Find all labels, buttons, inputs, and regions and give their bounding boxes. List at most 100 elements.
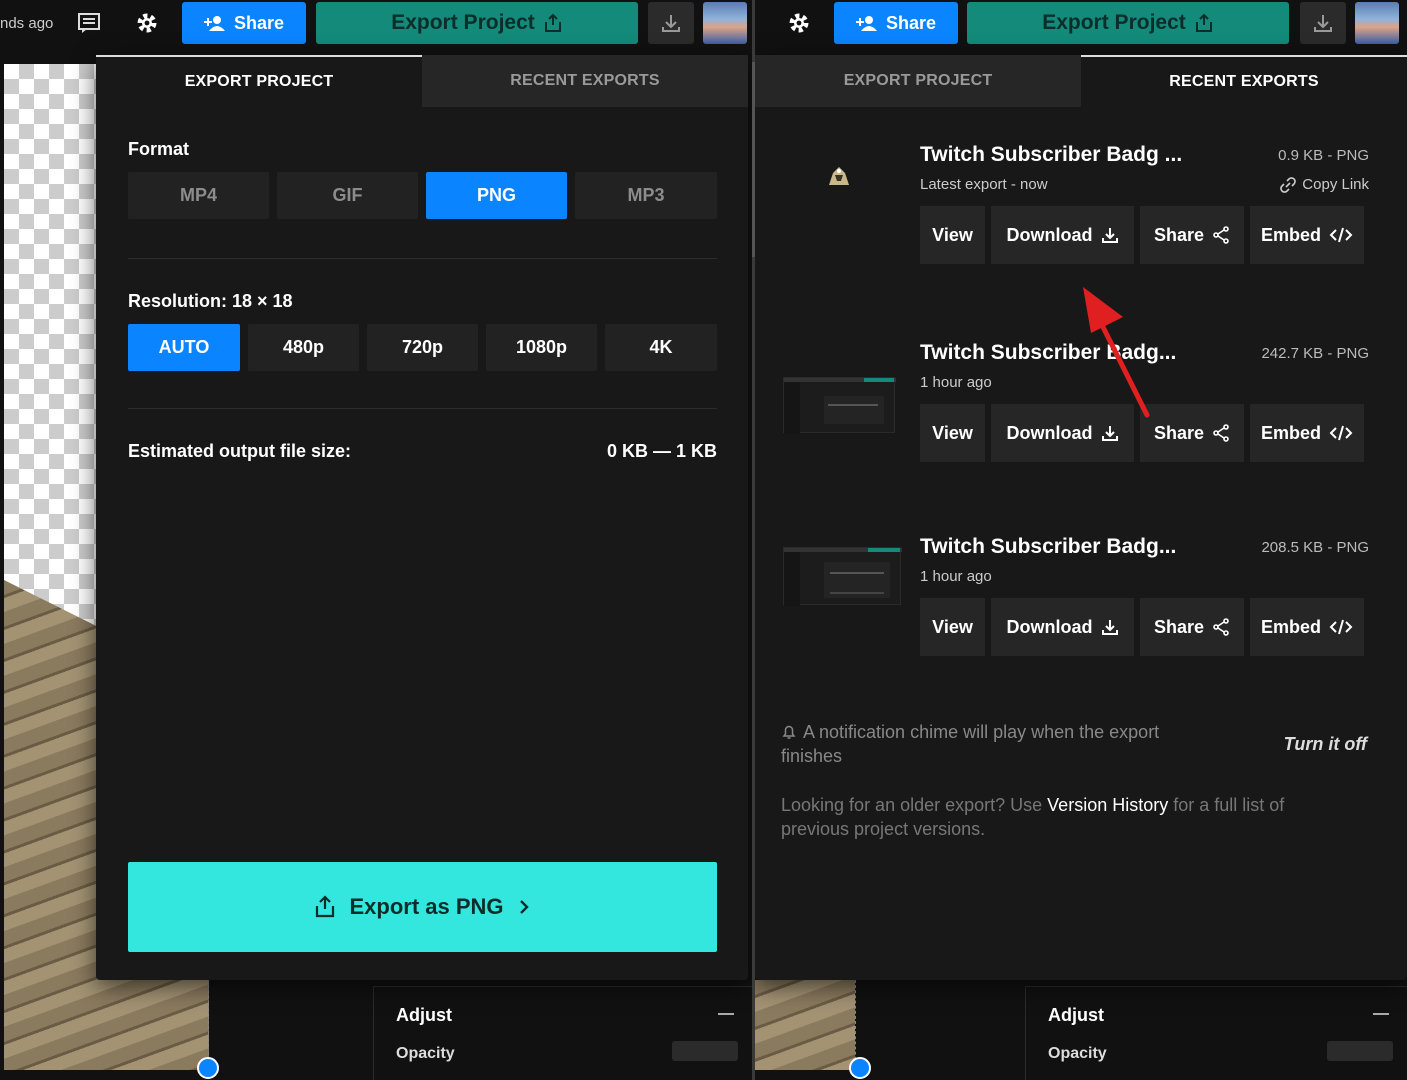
export-project-label: Export Project xyxy=(1042,11,1186,34)
adjust-title: Adjust xyxy=(396,1005,452,1025)
opacity-input[interactable] xyxy=(672,1041,738,1061)
top-bar: Share Export Project xyxy=(755,0,1407,46)
embed-button[interactable]: Embed xyxy=(1250,598,1364,656)
export-size: 208.5 KB - PNG xyxy=(1261,539,1369,556)
download-button[interactable]: Download xyxy=(991,206,1134,264)
upload-icon xyxy=(544,13,561,32)
download-icon xyxy=(1101,426,1118,441)
version-history-link[interactable]: Version History xyxy=(1047,795,1168,815)
saved-status: nds ago xyxy=(0,14,54,32)
download-icon xyxy=(662,15,680,32)
estimate-label: Estimated output file size: xyxy=(128,441,352,461)
export-thumbnail[interactable] xyxy=(783,547,902,606)
opacity-label: Opacity xyxy=(1048,1045,1107,1062)
adjust-title: Adjust xyxy=(1048,1005,1104,1025)
share-icon xyxy=(1213,618,1229,636)
share-label: Share xyxy=(233,12,285,33)
adjust-panel: Adjust Opacity xyxy=(1025,986,1407,1080)
download-button[interactable]: Download xyxy=(991,598,1134,656)
adjust-panel: Adjust Opacity xyxy=(373,986,752,1080)
format-png[interactable]: PNG xyxy=(426,172,567,219)
avatar[interactable] xyxy=(703,2,747,44)
export-time: Latest export - now xyxy=(920,176,1048,193)
recent-exports-panel: EXPORT PROJECT RECENT EXPORTS Twitch Sub… xyxy=(755,55,1407,980)
copy-link-button[interactable]: Copy Link xyxy=(1280,176,1369,193)
notification-text: A notification chime will play when the … xyxy=(781,722,1160,766)
format-mp4[interactable]: MP4 xyxy=(128,172,269,219)
export-thumbnail[interactable] xyxy=(783,377,896,434)
avatar[interactable] xyxy=(1355,2,1399,44)
export-title: Twitch Subscriber Badg... xyxy=(920,535,1177,558)
divider xyxy=(128,408,717,409)
opacity-input[interactable] xyxy=(1327,1041,1393,1061)
export-actions: View Download Share Embed xyxy=(920,598,1364,656)
view-button[interactable]: View xyxy=(920,598,985,656)
share-icon xyxy=(1213,424,1229,442)
export-actions: View Download Share Embed xyxy=(920,206,1364,264)
resolution-1080p[interactable]: 1080p xyxy=(486,324,597,371)
resize-handle[interactable] xyxy=(197,1057,219,1079)
collapse-icon[interactable] xyxy=(718,1013,734,1015)
resize-handle[interactable] xyxy=(849,1057,871,1079)
resolution-480p[interactable]: 480p xyxy=(248,324,359,371)
share-button[interactable]: Share xyxy=(182,2,306,44)
share-button[interactable]: Share xyxy=(834,2,958,44)
export-time: 1 hour ago xyxy=(920,374,992,391)
comments-icon[interactable] xyxy=(74,2,104,44)
gear-icon[interactable] xyxy=(783,2,815,44)
share-button[interactable]: Share xyxy=(1140,206,1244,264)
export-project-button[interactable]: Export Project xyxy=(316,2,638,44)
export-panel: EXPORT PROJECT RECENT EXPORTS Format MP4… xyxy=(96,55,748,980)
resolution-720p[interactable]: 720p xyxy=(367,324,478,371)
format-gif[interactable]: GIF xyxy=(277,172,418,219)
share-icon xyxy=(1213,226,1229,244)
left-pane: Adjust Opacity nds ago Share Export Proj… xyxy=(0,0,752,1080)
download-icon xyxy=(1101,620,1118,635)
export-item: Twitch Subscriber Badg... 208.5 KB - PNG… xyxy=(755,535,1407,715)
format-mp3[interactable]: MP3 xyxy=(575,172,717,219)
gear-icon[interactable] xyxy=(131,2,163,44)
add-user-icon xyxy=(855,16,877,31)
share-button[interactable]: Share xyxy=(1140,598,1244,656)
download-icon xyxy=(1101,228,1118,243)
export-project-button[interactable]: Export Project xyxy=(967,2,1289,44)
collapse-icon[interactable] xyxy=(1373,1013,1389,1015)
resolution-4k[interactable]: 4K xyxy=(605,324,717,371)
upload-icon xyxy=(1195,13,1212,32)
export-project-label: Export Project xyxy=(391,11,535,34)
export-as-png-label: Export as PNG xyxy=(349,894,504,919)
export-size: 242.7 KB - PNG xyxy=(1261,345,1369,362)
estimate-value: 0 KB — 1 KB xyxy=(606,441,717,461)
tab-recent-exports[interactable]: RECENT EXPORTS xyxy=(1081,55,1407,107)
upload-icon xyxy=(316,895,335,918)
view-button[interactable]: View xyxy=(920,404,985,462)
download-button[interactable] xyxy=(1300,2,1346,44)
divider xyxy=(128,258,717,259)
code-icon xyxy=(1329,227,1353,243)
embed-button[interactable]: Embed xyxy=(1250,404,1364,462)
code-icon xyxy=(1329,619,1353,635)
download-button[interactable] xyxy=(648,2,694,44)
estimate-row: Estimated output file size: 0 KB — 1 KB xyxy=(128,441,717,462)
download-icon xyxy=(1314,15,1332,32)
tab-export-project[interactable]: EXPORT PROJECT xyxy=(755,55,1081,107)
resolution-auto[interactable]: AUTO xyxy=(128,324,240,371)
embed-button[interactable]: Embed xyxy=(1250,206,1364,264)
add-user-icon xyxy=(203,16,225,31)
bell-icon xyxy=(782,725,796,739)
view-button[interactable]: View xyxy=(920,206,985,264)
top-bar: nds ago Share Export Project xyxy=(0,0,752,46)
export-title: Twitch Subscriber Badg ... xyxy=(920,143,1183,166)
tab-recent-exports[interactable]: RECENT EXPORTS xyxy=(422,55,748,107)
link-icon xyxy=(1280,176,1297,193)
format-label: Format xyxy=(128,139,190,159)
copy-link-label: Copy Link xyxy=(1302,176,1369,193)
turn-off-link[interactable]: Turn it off xyxy=(1284,734,1367,755)
export-as-png-button[interactable]: Export as PNG xyxy=(128,862,717,952)
export-thumbnail[interactable] xyxy=(825,161,853,189)
export-time: 1 hour ago xyxy=(920,568,992,585)
resolution-selector: AUTO 480p 720p 1080p 4K xyxy=(128,324,717,371)
export-tabs: EXPORT PROJECT RECENT EXPORTS xyxy=(96,55,748,107)
tab-export-project[interactable]: EXPORT PROJECT xyxy=(96,55,422,107)
canvas-artwork xyxy=(755,980,855,1070)
